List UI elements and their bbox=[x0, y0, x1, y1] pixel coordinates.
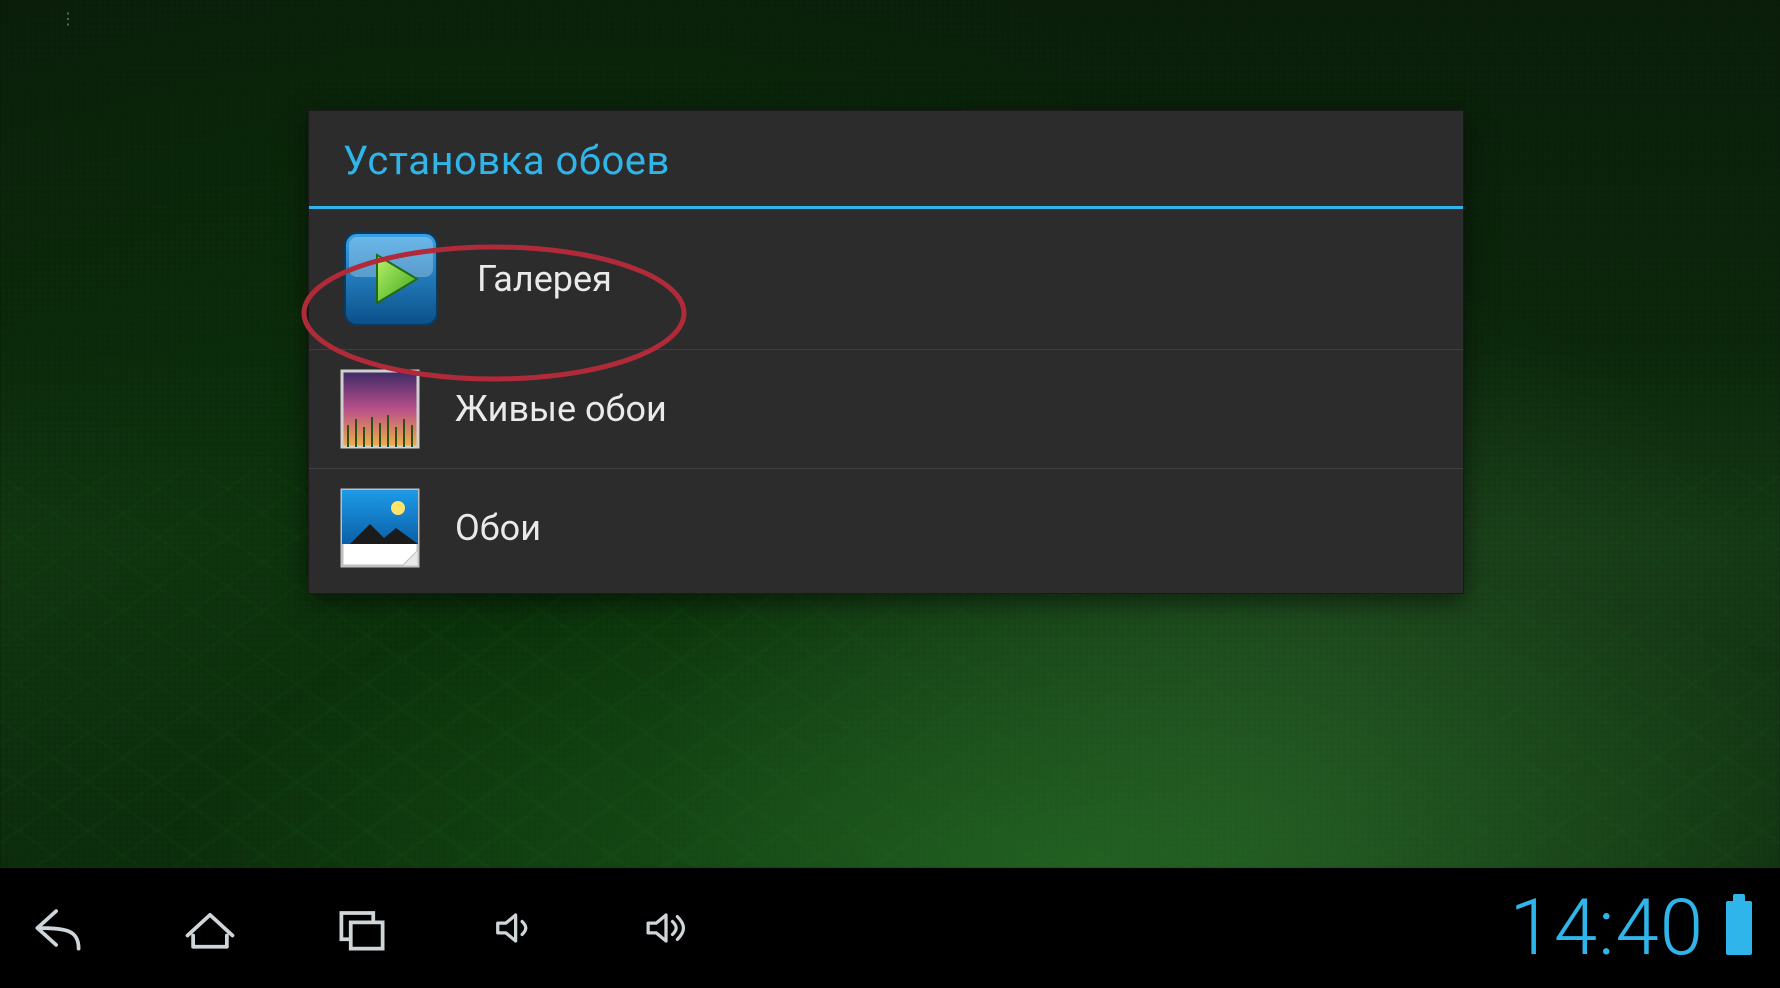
clock[interactable]: 14:40 bbox=[1510, 883, 1704, 974]
volume-up-icon bbox=[640, 902, 692, 954]
battery-icon[interactable] bbox=[1726, 901, 1752, 955]
option-gallery-label: Галерея bbox=[477, 258, 612, 300]
back-button[interactable] bbox=[10, 880, 106, 976]
system-nav-bar: 14:40 bbox=[0, 868, 1780, 988]
volume-down-button[interactable] bbox=[466, 880, 562, 976]
set-wallpaper-dialog: Установка обоев Галер bbox=[308, 110, 1464, 594]
home-icon bbox=[180, 898, 240, 958]
volume-up-button[interactable] bbox=[618, 880, 714, 976]
back-icon bbox=[28, 898, 88, 958]
option-live-wallpaper-label: Живые обои bbox=[455, 388, 667, 430]
option-live-wallpaper[interactable]: Живые обои bbox=[309, 350, 1463, 469]
option-gallery[interactable]: Галерея bbox=[309, 209, 1463, 350]
status-bar: ⋮ bbox=[0, 0, 1780, 36]
dialog-title: Установка обоев bbox=[309, 111, 1463, 206]
recents-button[interactable] bbox=[314, 880, 410, 976]
option-wallpapers[interactable]: Обои bbox=[309, 469, 1463, 593]
volume-down-icon bbox=[488, 902, 540, 954]
recents-icon bbox=[332, 898, 392, 958]
option-wallpapers-label: Обои bbox=[455, 507, 541, 549]
nav-left-group bbox=[10, 880, 714, 976]
gallery-icon bbox=[339, 227, 443, 331]
nav-right-group: 14:40 bbox=[1510, 883, 1752, 974]
home-button[interactable] bbox=[162, 880, 258, 976]
status-dot-icon: ⋮ bbox=[60, 9, 76, 28]
wallpapers-icon bbox=[339, 487, 421, 569]
live-wallpaper-icon bbox=[339, 368, 421, 450]
